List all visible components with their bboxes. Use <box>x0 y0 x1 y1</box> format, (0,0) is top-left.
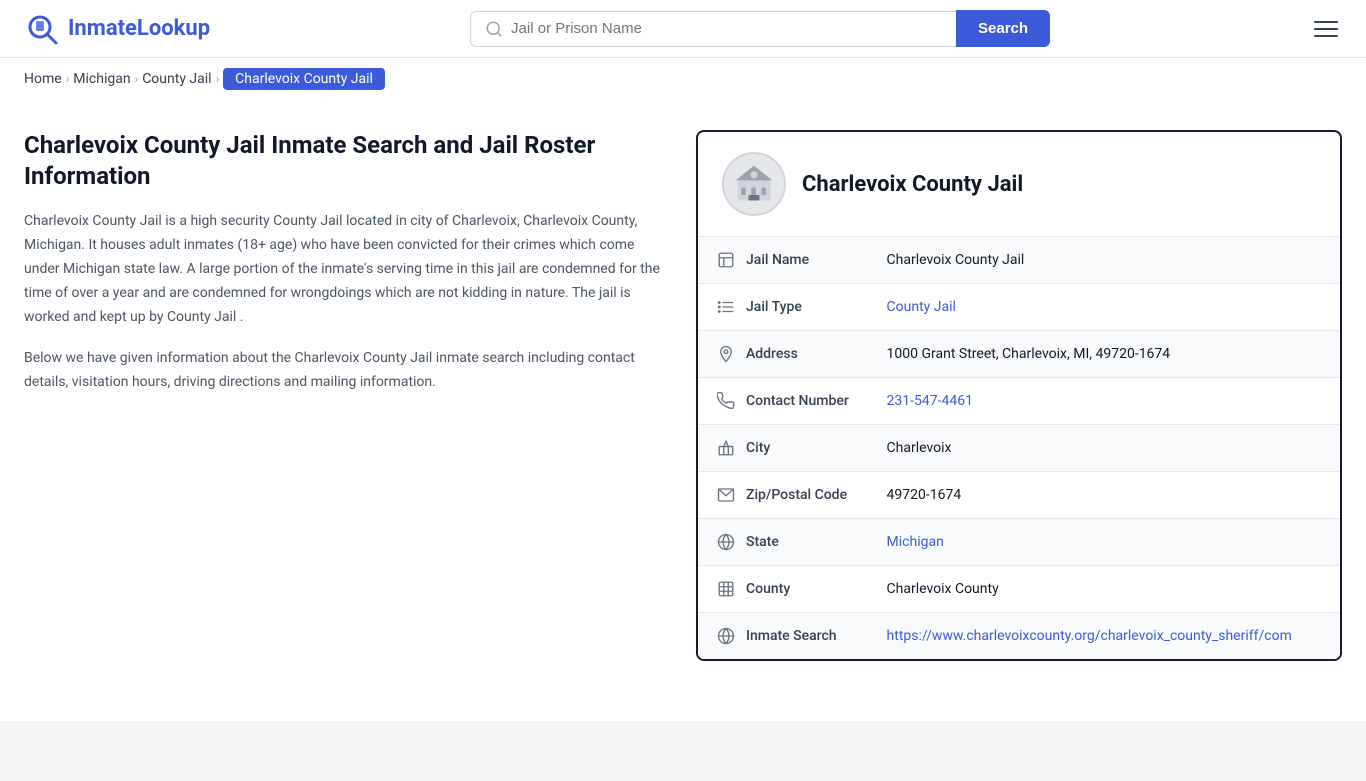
value-cell[interactable]: https://www.charlevoixcounty.org/charlev… <box>879 613 1340 660</box>
table-row: City Charlevoix <box>698 425 1340 472</box>
table-row: Contact Number 231-547-4461 <box>698 378 1340 425</box>
value-cell: Charlevoix County Jail <box>879 237 1340 284</box>
jail-avatar <box>722 152 786 216</box>
value-cell: 49720-1674 <box>879 472 1340 519</box>
breadcrumb-sep-3: › <box>216 72 220 86</box>
menu-button[interactable] <box>1310 17 1342 41</box>
hamburger-line-2 <box>1314 28 1338 30</box>
table-row: Address 1000 Grant Street, Charlevoix, M… <box>698 331 1340 378</box>
phone-link[interactable]: 231-547-4461 <box>887 393 973 409</box>
table-row: State Michigan <box>698 519 1340 566</box>
jail-info-table: Jail Name Charlevoix County Jail <box>698 237 1340 659</box>
hamburger-line-3 <box>1314 35 1338 37</box>
jail-icon <box>716 250 736 270</box>
pin-icon <box>716 344 736 364</box>
globe-icon <box>716 532 736 552</box>
main-content: Charlevoix County Jail Inmate Search and… <box>0 100 1366 701</box>
value-cell[interactable]: County Jail <box>879 284 1340 331</box>
left-column: Charlevoix County Jail Inmate Search and… <box>24 130 664 661</box>
footer-bar <box>0 721 1366 781</box>
search-icon <box>485 20 503 38</box>
breadcrumb-home[interactable]: Home <box>24 71 62 87</box>
search-input-wrap <box>470 11 956 47</box>
search-button[interactable]: Search <box>956 10 1050 47</box>
description-1: Charlevoix County Jail is a high securit… <box>24 210 664 329</box>
label-cell: City <box>698 425 879 472</box>
site-header: InmateLookup Search <box>0 0 1366 58</box>
table-row: County Charlevoix County <box>698 566 1340 613</box>
label-cell: Jail Type <box>698 284 879 331</box>
breadcrumb-county-jail[interactable]: County Jail <box>142 71 211 87</box>
label-cell: State <box>698 519 879 566</box>
table-row: Inmate Search https://www.charlevoixcoun… <box>698 613 1340 660</box>
county-icon <box>716 579 736 599</box>
right-column: Charlevoix County Jail <box>696 130 1342 661</box>
search-globe-icon <box>716 626 736 646</box>
breadcrumb-current: Charlevoix County Jail <box>223 68 385 90</box>
city-icon <box>716 438 736 458</box>
label-cell: Zip/Postal Code <box>698 472 879 519</box>
logo-text: InmateLookup <box>68 16 210 41</box>
hamburger-line-1 <box>1314 21 1338 23</box>
label-cell: Inmate Search <box>698 613 879 660</box>
search-bar: Search <box>470 10 1050 47</box>
state-link[interactable]: Michigan <box>887 534 944 550</box>
label-cell: Jail Name <box>698 237 879 284</box>
breadcrumb-sep-2: › <box>135 72 139 86</box>
jail-type-link[interactable]: County Jail <box>887 299 956 315</box>
inmate-search-link[interactable]: https://www.charlevoixcounty.org/charlev… <box>887 628 1292 644</box>
jail-building-icon <box>732 162 776 206</box>
value-cell: 1000 Grant Street, Charlevoix, MI, 49720… <box>879 331 1340 378</box>
jail-card: Charlevoix County Jail <box>696 130 1342 661</box>
table-row: Jail Type County Jail <box>698 284 1340 331</box>
logo-link[interactable]: InmateLookup <box>24 11 210 47</box>
value-cell[interactable]: 231-547-4461 <box>879 378 1340 425</box>
label-cell: Address <box>698 331 879 378</box>
label-cell: Contact Number <box>698 378 879 425</box>
page-title: Charlevoix County Jail Inmate Search and… <box>24 130 664 192</box>
description-2: Below we have given information about th… <box>24 347 664 395</box>
jail-card-title: Charlevoix County Jail <box>802 172 1023 197</box>
breadcrumb-michigan[interactable]: Michigan <box>73 71 130 87</box>
breadcrumb-sep-1: › <box>66 72 70 86</box>
value-cell: Charlevoix <box>879 425 1340 472</box>
breadcrumb: Home › Michigan › County Jail › Charlevo… <box>0 58 1366 100</box>
label-cell: County <box>698 566 879 613</box>
logo-icon <box>24 11 60 47</box>
value-cell: Charlevoix County <box>879 566 1340 613</box>
table-row: Zip/Postal Code 49720-1674 <box>698 472 1340 519</box>
mail-icon <box>716 485 736 505</box>
value-cell[interactable]: Michigan <box>879 519 1340 566</box>
phone-icon <box>716 391 736 411</box>
search-input[interactable] <box>511 20 942 37</box>
list-icon <box>716 297 736 317</box>
table-row: Jail Name Charlevoix County Jail <box>698 237 1340 284</box>
jail-card-header: Charlevoix County Jail <box>698 132 1340 237</box>
